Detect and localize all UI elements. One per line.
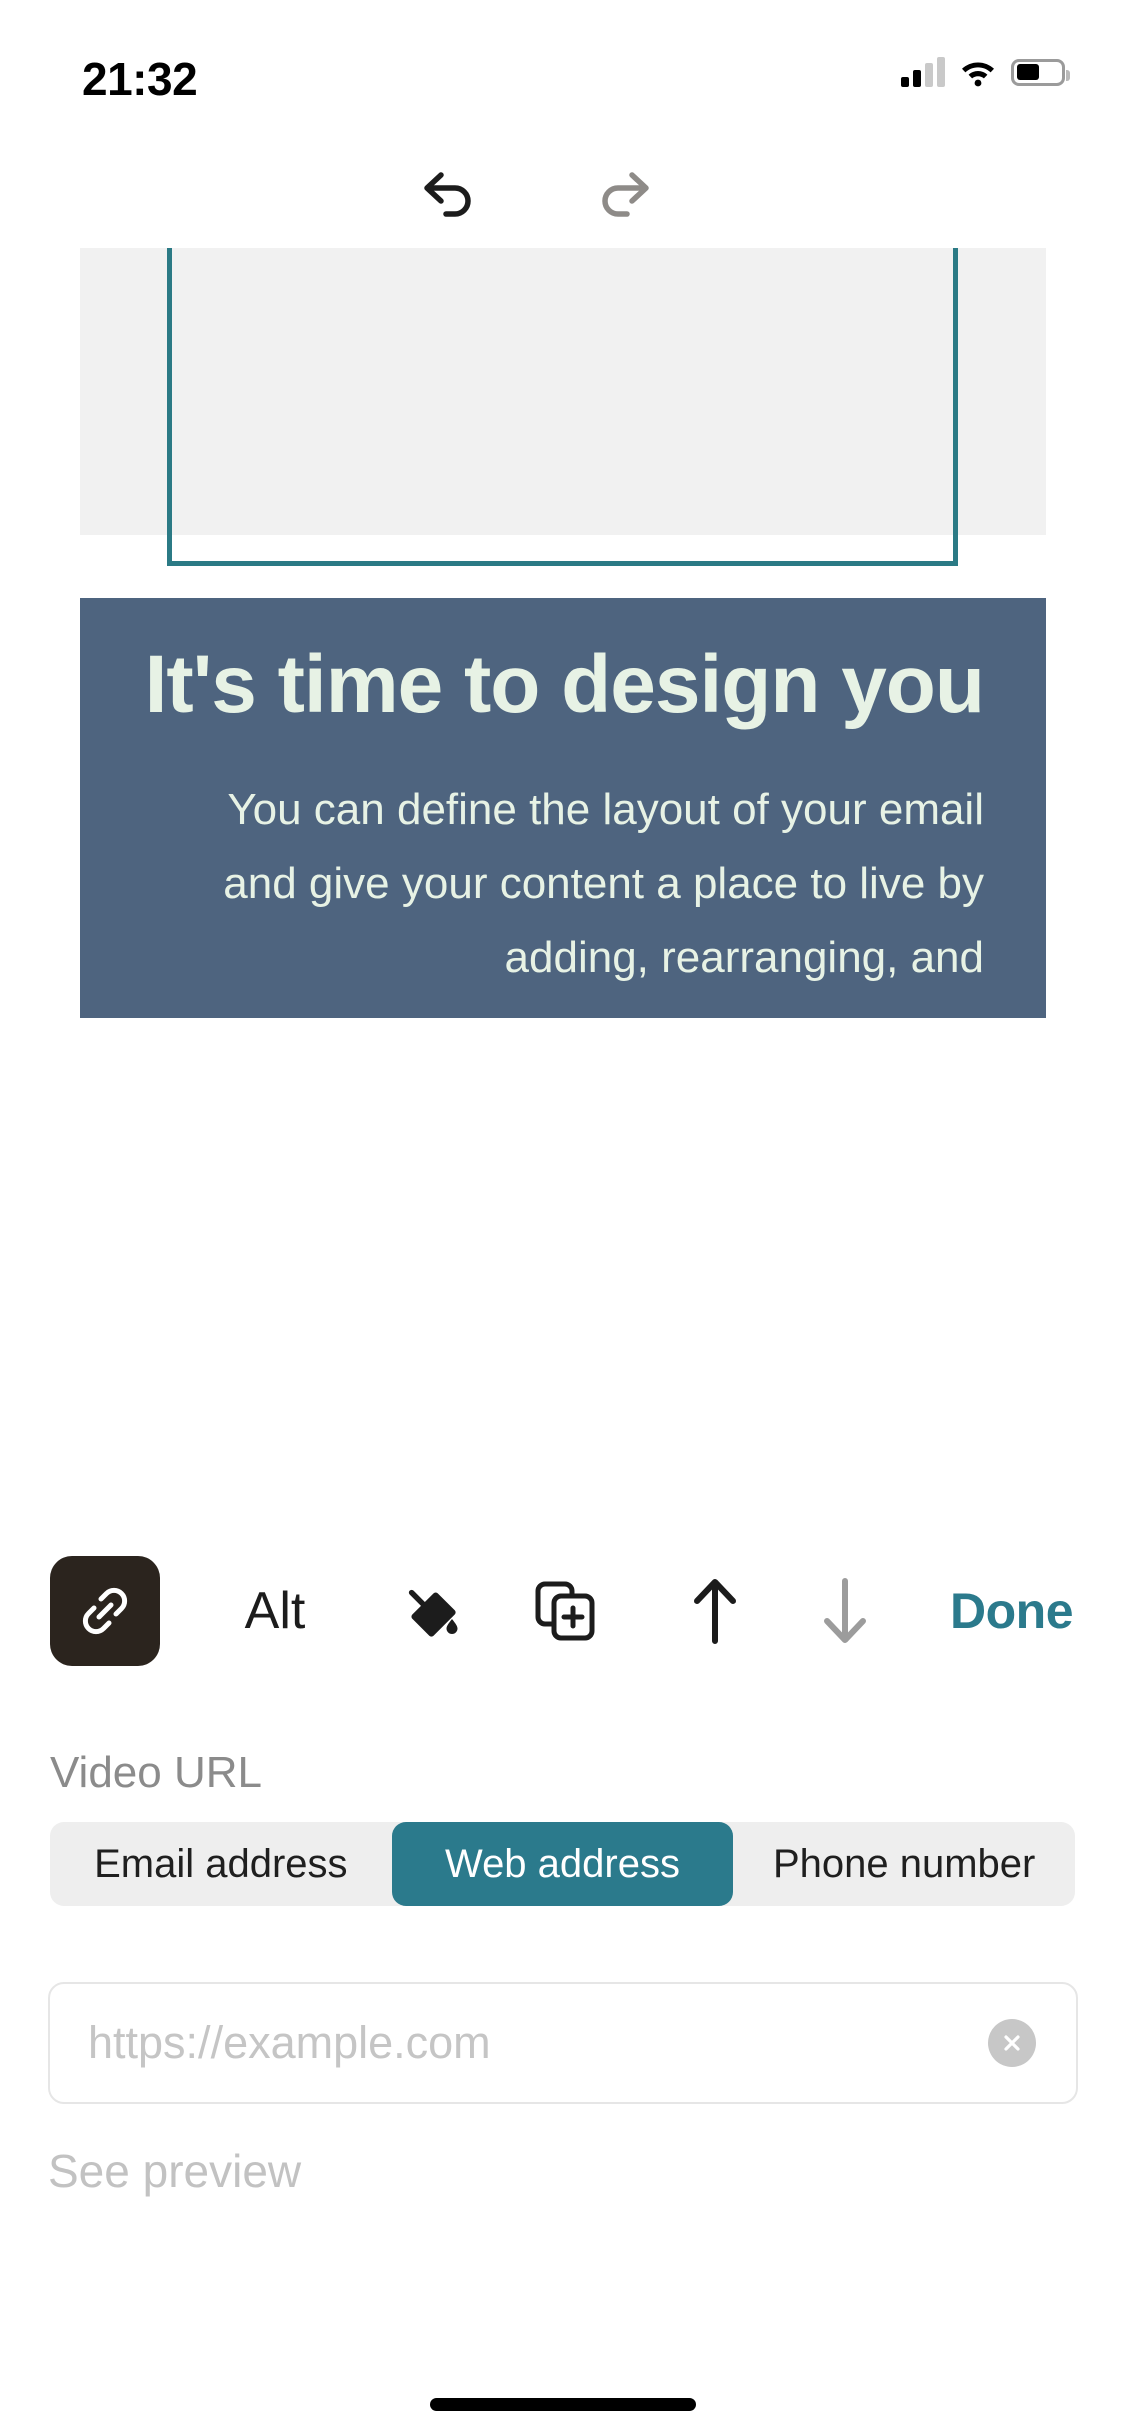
arrow-down-icon (824, 1578, 866, 1643)
history-toolbar (0, 140, 1125, 248)
duplicate-button[interactable] (510, 1566, 620, 1656)
move-down-button[interactable] (790, 1563, 900, 1659)
clear-url-button[interactable] (988, 2019, 1036, 2067)
status-time: 21:32 (82, 53, 198, 105)
battery-icon (1011, 58, 1070, 86)
url-input-container[interactable] (48, 1982, 1078, 2104)
video-url-label: Video URL (50, 1748, 262, 1797)
cellular-signal-icon (901, 57, 945, 87)
wifi-icon (962, 62, 994, 87)
block-toolbar: Alt Done (0, 1538, 1125, 1686)
alt-text-button[interactable]: Alt (215, 1571, 335, 1651)
segment-email-address[interactable]: Email address (50, 1822, 392, 1906)
link-button[interactable] (50, 1556, 160, 1666)
text-block[interactable]: It's time to design you You can define t… (80, 598, 1046, 1018)
segment-phone-number[interactable]: Phone number (733, 1822, 1075, 1906)
email-canvas[interactable]: It's time to design you You can define t… (0, 248, 1125, 1554)
home-indicator[interactable] (429, 2398, 696, 2411)
background-color-button[interactable] (375, 1566, 485, 1656)
link-settings-panel: Video URL Email address Web address Phon… (0, 1684, 1125, 2384)
text-block-body: You can define the layout of your email … (223, 785, 984, 982)
link-type-segmented-control[interactable]: Email address Web address Phone number (50, 1822, 1075, 1906)
see-preview-button[interactable]: See preview (48, 2144, 301, 2198)
arrow-up-icon (694, 1579, 736, 1644)
undo-arrow-icon (424, 172, 471, 217)
paint-bucket-icon (408, 1589, 458, 1637)
video-block[interactable] (80, 248, 1046, 821)
undo-button[interactable] (405, 162, 495, 228)
close-icon (1004, 2035, 1020, 2051)
done-button[interactable]: Done (950, 1582, 1074, 1640)
redo-button[interactable] (578, 162, 668, 228)
status-bar: 21:32 (0, 0, 1125, 140)
text-block-headline: It's time to design you (144, 639, 985, 730)
segment-web-address[interactable]: Web address (391, 1822, 734, 1906)
status-indicators (901, 52, 1070, 92)
link-icon (82, 1587, 128, 1635)
move-up-button[interactable] (660, 1563, 770, 1659)
url-input[interactable] (50, 2017, 988, 2069)
redo-arrow-icon (602, 172, 649, 217)
duplicate-icon (535, 1581, 595, 1641)
